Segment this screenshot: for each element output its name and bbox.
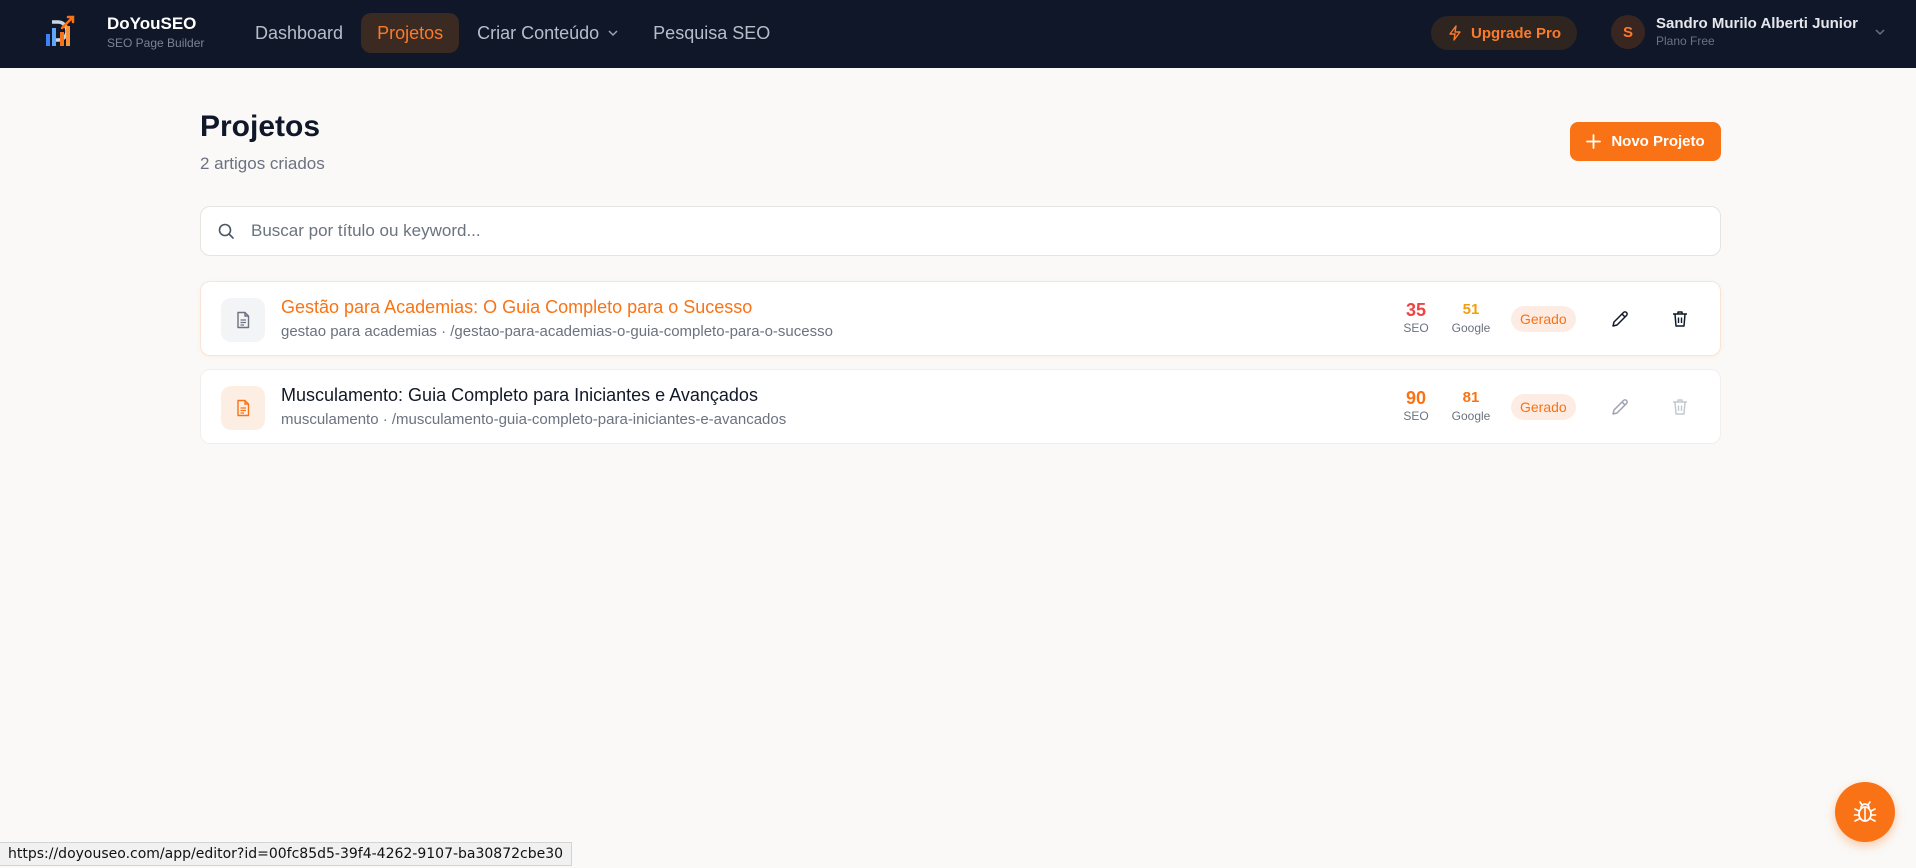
doyouseo-logo-icon	[46, 15, 75, 46]
project-meta: musculamento · /musculamento-guia-comple…	[281, 411, 787, 428]
avatar: S	[1611, 15, 1645, 49]
trash-icon	[1673, 311, 1687, 327]
delete-button[interactable]	[1666, 305, 1694, 333]
user-name: Sandro Murilo Alberti Junior	[1656, 15, 1858, 32]
bug-report-button[interactable]	[1835, 782, 1895, 842]
project-meta: gestao para academias · /gestao-para-aca…	[281, 323, 833, 340]
search-icon	[218, 223, 234, 239]
search-input[interactable]	[251, 221, 1720, 241]
trash-icon	[1673, 399, 1687, 415]
nav-item-label: Criar Conteúdo	[477, 22, 600, 43]
pencil-icon	[1612, 311, 1628, 327]
search-bar	[200, 206, 1721, 256]
google-score-label: Google	[1451, 409, 1491, 423]
status-badge: Gerado	[1511, 394, 1576, 420]
top-navigation-bar: DoYouSEO SEO Page Builder Dashboard Proj…	[0, 0, 1916, 68]
status-bar-url: https://doyouseo.com/app/editor?id=00fc8…	[0, 842, 573, 866]
nav-item-label: Pesquisa SEO	[653, 22, 771, 43]
user-plan: Plano Free	[1656, 34, 1715, 48]
google-score-label: Google	[1451, 321, 1491, 335]
plus-icon	[1586, 134, 1602, 149]
document-icon	[237, 311, 250, 329]
nav-item-projetos[interactable]: Projetos	[361, 13, 460, 53]
google-score: 81 Google	[1446, 388, 1496, 424]
pencil-icon	[1612, 399, 1628, 415]
user-menu[interactable]: S Sandro Murilo Alberti Junior Plano Fre…	[1611, 15, 1887, 49]
page-title: Projetos	[200, 110, 321, 143]
seo-score-label: SEO	[1403, 409, 1429, 423]
project-title[interactable]: Gestão para Academias: O Guia Completo p…	[281, 297, 752, 318]
seo-score: 90 SEO	[1391, 388, 1441, 424]
nav-item-pesquisa-seo[interactable]: Pesquisa SEO	[637, 13, 786, 53]
new-project-button[interactable]: Novo Projeto	[1570, 122, 1721, 161]
project-row[interactable]: Gestão para Academias: O Guia Completo p…	[200, 281, 1721, 356]
project-row[interactable]: Musculamento: Guia Completo para Inician…	[200, 369, 1721, 444]
google-score-value: 81	[1462, 389, 1480, 406]
seo-score-value: 35	[1405, 300, 1427, 320]
seo-score-value: 90	[1405, 388, 1427, 408]
edit-button[interactable]	[1606, 393, 1634, 421]
seo-score: 35 SEO	[1391, 300, 1441, 336]
seo-score-label: SEO	[1403, 321, 1429, 335]
document-icon	[237, 399, 250, 417]
lightning-icon	[1449, 25, 1461, 41]
nav-item-label: Dashboard	[255, 22, 344, 43]
document-icon-wrapper	[221, 386, 265, 430]
edit-button[interactable]	[1606, 305, 1634, 333]
google-score-value: 51	[1462, 301, 1480, 318]
bug-icon	[1853, 801, 1877, 822]
nav-item-dashboard[interactable]: Dashboard	[239, 13, 359, 53]
chevron-down-icon	[1875, 29, 1885, 36]
brand-name: DoYouSEO	[107, 14, 197, 33]
nav-item-criar-conteudo[interactable]: Criar Conteúdo	[461, 13, 635, 53]
status-badge: Gerado	[1511, 306, 1576, 332]
brand-tagline: SEO Page Builder	[107, 36, 205, 50]
page-subtitle: 2 artigos criados	[200, 154, 325, 173]
project-title[interactable]: Musculamento: Guia Completo para Inician…	[281, 385, 758, 406]
main-nav: Dashboard Projetos Criar Conteúdo Pesqui…	[239, 13, 788, 53]
chevron-down-icon	[608, 30, 618, 37]
brand[interactable]: DoYouSEO SEO Page Builder	[40, 12, 204, 52]
document-icon-wrapper	[221, 298, 265, 342]
new-project-label: Novo Projeto	[1611, 133, 1705, 150]
upgrade-pro-label: Upgrade Pro	[1471, 24, 1562, 42]
nav-item-label: Projetos	[377, 22, 444, 43]
delete-button[interactable]	[1666, 393, 1694, 421]
upgrade-pro-button[interactable]: Upgrade Pro	[1431, 16, 1578, 50]
google-score: 51 Google	[1446, 300, 1496, 336]
